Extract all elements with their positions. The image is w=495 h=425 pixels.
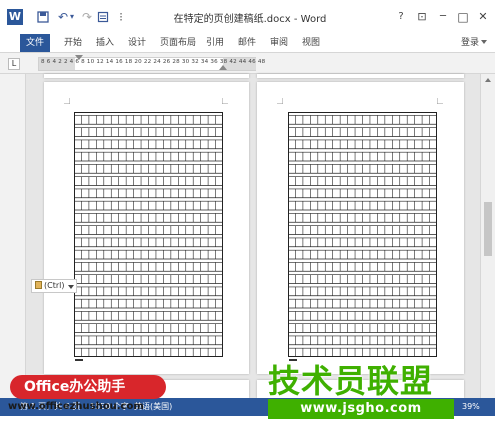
scroll-up-icon[interactable] — [485, 78, 491, 82]
sign-in-link[interactable]: 登录 — [461, 36, 479, 50]
tab-review[interactable]: 审阅 — [270, 36, 288, 50]
print-preview-icon[interactable] — [96, 9, 110, 25]
grid-row — [74, 347, 223, 357]
tab-references[interactable]: 引用 — [206, 36, 224, 50]
word-logo-icon: W — [7, 9, 23, 25]
grid-row — [74, 127, 223, 137]
manuscript-grid-right — [288, 112, 437, 357]
grid-row — [74, 176, 223, 186]
page-footnote — [75, 359, 83, 361]
grid-row — [74, 151, 223, 162]
tab-selector[interactable]: L — [8, 58, 20, 70]
office-url-watermark: www.officezhushou.com — [8, 401, 144, 412]
grid-row — [288, 298, 437, 309]
paste-options-button[interactable]: (Ctrl) — [31, 279, 77, 293]
right-indent-marker[interactable] — [219, 65, 227, 70]
tab-file[interactable]: 文件 — [20, 34, 51, 52]
tab-design[interactable]: 设计 — [128, 36, 146, 50]
page-top-fragment-right — [257, 74, 464, 78]
grid-row — [288, 200, 437, 211]
grid-row — [288, 127, 437, 137]
document-title: 在特定的页创建稿纸.docx - Word — [173, 14, 327, 25]
grid-row — [288, 151, 437, 162]
maximize-button[interactable]: □ — [454, 8, 472, 26]
clipboard-icon — [35, 281, 42, 289]
page-top-fragment-left — [44, 74, 249, 78]
status-zoom-level[interactable]: 39% — [462, 402, 480, 412]
document-area — [0, 74, 495, 398]
grid-row — [74, 115, 223, 125]
ribbon-display-options-button[interactable]: ⊡ — [413, 8, 431, 26]
grid-row — [288, 188, 437, 199]
tab-home[interactable]: 开始 — [64, 36, 82, 50]
crop-mark-icon — [277, 98, 283, 104]
grid-row — [74, 200, 223, 211]
close-button[interactable]: ✕ — [474, 8, 492, 26]
grid-row — [74, 323, 223, 333]
grid-row — [288, 225, 437, 235]
grid-row — [74, 335, 223, 346]
title-bar: W ↶ ▾ ↷ ⁝ 在特定的页创建稿纸.docx - Word ? ⊡ ─ □ … — [0, 0, 495, 34]
brand-url-watermark: www.jsgho.com — [268, 399, 454, 419]
grid-row — [74, 164, 223, 174]
grid-row — [288, 139, 437, 150]
grid-row — [288, 237, 437, 248]
grid-row — [288, 213, 437, 223]
grid-row — [74, 311, 223, 321]
brand-watermark: 技术员联盟 — [268, 362, 434, 400]
scrollbar-thumb[interactable] — [484, 202, 492, 256]
grid-row — [74, 213, 223, 223]
tab-insert[interactable]: 插入 — [96, 36, 114, 50]
grid-row — [74, 298, 223, 309]
grid-row — [288, 323, 437, 333]
grid-row — [74, 274, 223, 284]
grid-row — [74, 237, 223, 248]
chevron-down-icon — [68, 285, 74, 289]
vertical-ruler — [0, 74, 26, 398]
grid-row — [288, 286, 437, 297]
office-badge-watermark: Office办公助手 — [10, 375, 166, 399]
grid-row — [288, 176, 437, 186]
grid-row — [74, 225, 223, 235]
manuscript-grid-left — [74, 112, 223, 357]
vertical-scrollbar[interactable] — [480, 74, 495, 398]
redo-icon[interactable]: ↷ — [80, 9, 94, 25]
page-right[interactable] — [257, 82, 464, 374]
grid-row — [74, 262, 223, 272]
grid-row — [288, 274, 437, 284]
grid-row — [288, 262, 437, 272]
grid-row — [288, 311, 437, 321]
customize-qat-icon[interactable]: ⁝ — [114, 9, 128, 25]
help-button[interactable]: ? — [392, 8, 410, 26]
crop-mark-icon — [222, 98, 228, 104]
grid-row — [74, 286, 223, 297]
tab-mailings[interactable]: 邮件 — [238, 36, 256, 50]
save-icon[interactable] — [36, 9, 50, 25]
tab-view[interactable]: 视图 — [302, 36, 320, 50]
ribbon-tabs: 文件 开始 插入 设计 页面布局 引用 邮件 审阅 视图 登录 — [0, 34, 495, 52]
grid-row — [288, 164, 437, 174]
chevron-down-icon[interactable] — [481, 40, 487, 44]
grid-row — [74, 249, 223, 260]
undo-dropdown-icon[interactable]: ▾ — [68, 9, 76, 25]
grid-row — [74, 188, 223, 199]
grid-row — [288, 335, 437, 346]
paste-options-label: (Ctrl) — [44, 281, 65, 290]
tab-page-layout[interactable]: 页面布局 — [160, 36, 196, 50]
crop-mark-icon — [64, 98, 70, 104]
minimize-button[interactable]: ─ — [434, 8, 452, 26]
grid-row — [288, 115, 437, 125]
grid-row — [74, 139, 223, 150]
ruler-area: L 8 6 4 2 2 4 6 8 10 12 14 16 18 20 22 2… — [0, 52, 495, 74]
crop-mark-icon — [437, 98, 443, 104]
grid-row — [288, 249, 437, 260]
page-left[interactable] — [44, 82, 249, 374]
horizontal-ruler[interactable]: 8 6 4 2 2 4 6 8 10 12 14 16 18 20 22 24 … — [38, 55, 265, 71]
first-line-indent-marker[interactable] — [75, 55, 83, 60]
